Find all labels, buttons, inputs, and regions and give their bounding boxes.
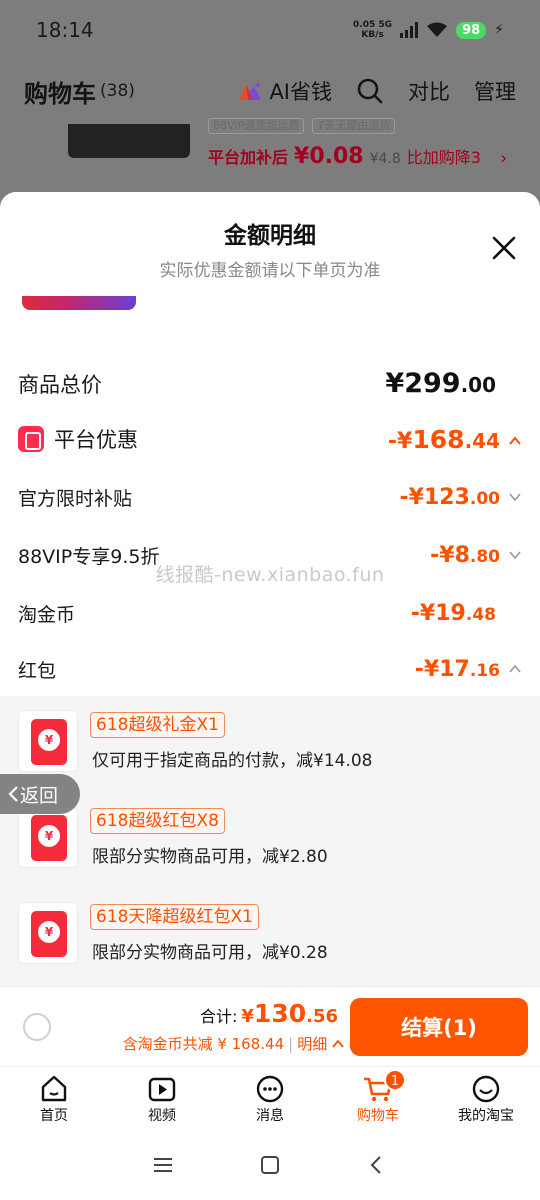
checkout-bar: 合计: ¥130.56 含淘金币共减 ¥ 168.44 | 明细 结算(1) [0,986,540,1066]
cart-header: 购物车 (38) AI省钱 对比 管理 [0,62,540,120]
service-tag: 7天无理由退货 [312,118,396,134]
watermark: 线报酷-new.xianbao.fun [155,564,385,586]
packet-tag: 618超级红包X8 [90,808,225,834]
video-icon [148,1077,176,1102]
ai-save-label: AI省钱 [269,80,332,104]
list-item: ¥ 618超级红包X8 限部分实物商品可用，减¥2.80 [18,806,518,870]
ai-save-button[interactable]: AI省钱 [237,76,332,106]
chevron-down-icon [509,493,521,502]
status-time: 18:14 [36,18,94,42]
red-packet-icon: ¥ [18,902,78,964]
platform-discount-value: -¥ 168.44 [388,425,522,454]
platform-discount-label: 平台优惠 [54,428,138,452]
discount-value: -¥ 17.16 [415,657,522,682]
chevron-up-icon [332,1039,344,1048]
tab-profile[interactable]: 我的淘宝 [432,1067,540,1130]
list-item: ¥ 618天降超级红包X1 限部分实物商品可用，减¥0.28 [18,902,518,966]
savings-line: 含淘金币共减 ¥ 168.44 | 明细 [123,1033,344,1054]
total-price-label: 商品总价 [18,372,102,397]
discount-label: 官方限时补贴 [18,488,133,510]
status-bar: 18:14 0.05 5G KB/s 98 ⚡ [0,0,540,60]
signal-icon [400,22,419,38]
platform-discount-row[interactable]: 平台优惠 -¥ 168.44 [18,424,522,454]
tab-messages[interactable]: 消息 [216,1067,324,1130]
packet-tag: 618天降超级红包X1 [90,904,259,930]
tab-home[interactable]: 首页 [0,1067,108,1130]
tab-cart[interactable]: 购物车 1 [324,1067,432,1130]
close-icon[interactable] [488,232,520,264]
back-icon[interactable] [365,1153,389,1177]
checkout-button[interactable]: 结算(1) [350,998,528,1056]
bottom-tab-bar: 首页 视频 消息 购物车 1 我的淘宝 [0,1066,540,1130]
promo-badge-strip [22,296,136,310]
menu-icon[interactable] [151,1153,175,1177]
packet-tag: 618超级礼金X1 [90,712,225,738]
chevron-up-icon [509,664,521,673]
sheet-title: 金额明细 [224,223,316,249]
sheet-subtitle: 实际优惠金额请以下单页为准 [159,261,381,281]
item-price-line: 平台加补后 ¥0.08 ¥4.8 比加购降3 [208,144,481,169]
detail-toggle[interactable]: 明细 [297,1033,344,1054]
message-icon [256,1075,284,1103]
amount-detail-sheet: 金额明细 实际优惠金额请以下单页为准 商品总价 ¥299.00 平台优惠 -¥ 1… [0,192,540,986]
home-square-icon[interactable] [258,1153,282,1177]
home-icon [41,1075,67,1102]
header-actions: AI省钱 对比 管理 [237,76,516,106]
back-label: 返回 [20,784,59,807]
status-indicators: 0.05 5G KB/s 98 ⚡ [353,20,504,40]
platform-discount-icon [18,426,44,452]
list-item: ¥ 618超级礼金X1 仅可用于指定商品的付款，减¥14.08 [18,710,518,774]
page-title: 购物车 [24,79,96,108]
ai-logo-icon [239,81,263,100]
profile-icon [472,1075,500,1103]
discount-row[interactable]: 红包 -¥ 17.16 [18,656,522,683]
discount-row: 淘金币 -¥ 19.48 [18,600,522,627]
cart-badge: 1 [384,1069,406,1091]
cart-count: (38) [100,81,135,101]
charging-icon: ⚡ [494,22,504,38]
packet-desc: 限部分实物商品可用，减¥0.28 [92,943,328,963]
price-label: 平台加补后 [208,148,289,167]
search-icon[interactable] [356,77,384,105]
back-button[interactable]: 返回 [0,774,80,814]
red-packet-list: ¥ 618超级礼金X1 仅可用于指定商品的付款，减¥14.08 ¥ 618超级红… [0,696,540,986]
compare-button[interactable]: 对比 [408,76,450,106]
wifi-icon [427,22,448,37]
chevron-right-icon: › [500,148,508,169]
discount-value: -¥ 123.00 [399,485,522,510]
red-packet-icon: ¥ [18,806,78,868]
cart-item-behind: 88VIP退货包运费 7天无理由退货 平台加补后 ¥0.08 ¥4.8 比加购降… [0,118,540,198]
manage-button[interactable]: 管理 [474,76,516,106]
select-all-checkbox[interactable] [23,1013,51,1041]
service-tags: 88VIP退货包运费 7天无理由退货 [208,118,396,134]
packet-desc: 限部分实物商品可用，减¥2.80 [92,847,328,867]
total-sum: 合计: ¥130.56 [199,999,338,1028]
battery-indicator: 98 [456,21,487,39]
discount-value: -¥ 19.48 [410,601,496,626]
system-nav-bar [0,1130,540,1200]
promo-text: 比加购降3 [406,148,481,167]
original-price: ¥4.8 [369,151,401,167]
network-speed: 0.05 5G KB/s [353,20,393,40]
discount-label: 红包 [18,660,57,682]
service-tag: 88VIP退货包运费 [208,118,305,134]
product-thumbnail [68,124,190,158]
discount-row[interactable]: 官方限时补贴 -¥ 123.00 [18,484,522,511]
discount-label: 淘金币 [18,604,76,626]
red-packet-icon: ¥ [18,710,78,772]
savings-text: 含淘金币共减 ¥ 168.44 [122,1035,285,1053]
packet-desc: 仅可用于指定商品的付款，减¥14.08 [92,751,373,771]
tab-video[interactable]: 视频 [108,1067,216,1130]
total-price-row: 商品总价 ¥299.00 [18,368,522,399]
price-value: ¥0.08 [294,144,364,169]
chevron-left-icon [8,786,18,802]
chevron-up-icon [509,435,521,445]
total-price-value: ¥299.00 [385,368,496,399]
